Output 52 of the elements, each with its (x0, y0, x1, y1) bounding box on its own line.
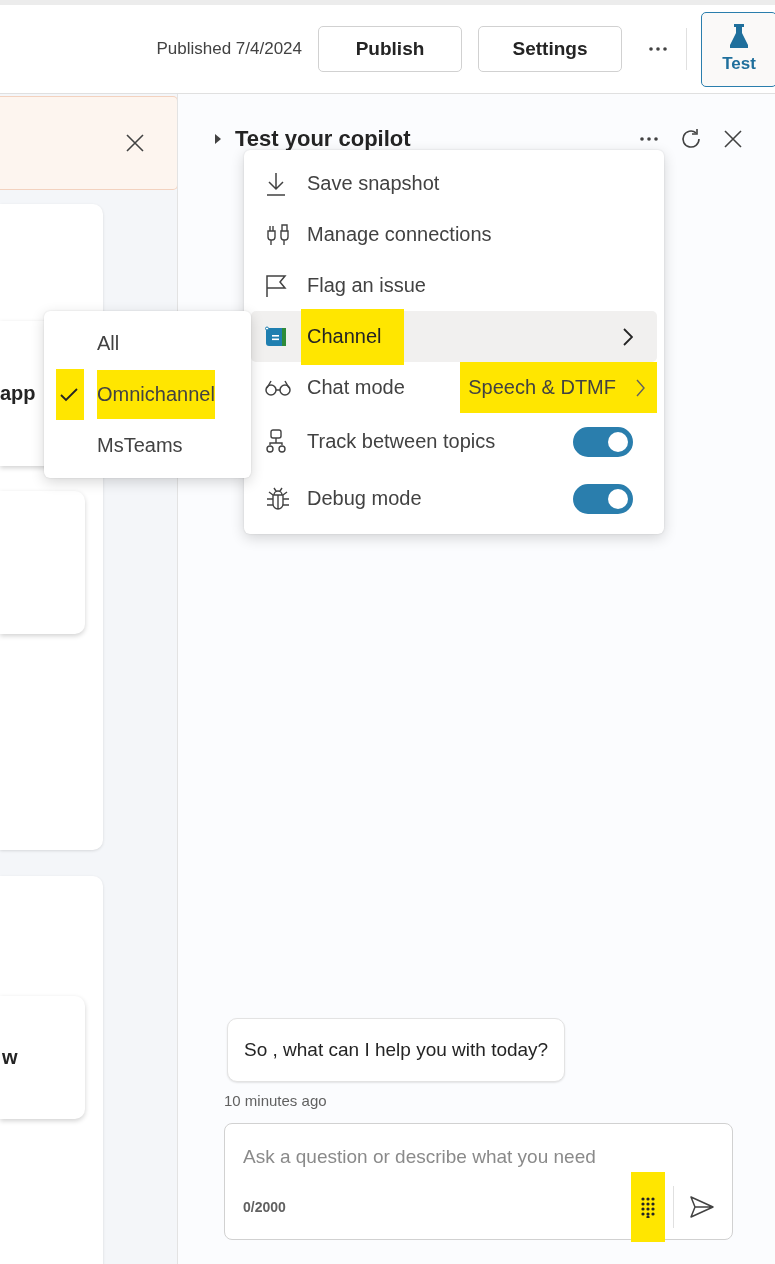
chevron-right-icon (623, 327, 633, 346)
close-icon[interactable] (125, 133, 145, 153)
menu-item-label: Save snapshot (307, 172, 440, 195)
expand-icon[interactable] (215, 134, 221, 144)
card-title: w (2, 1046, 18, 1069)
menu-item[interactable]: Chat mode Speech & DTMF (251, 362, 657, 413)
toggle-switch[interactable] (573, 426, 633, 457)
test-button[interactable]: Test (701, 11, 775, 87)
published-date: Published 7/4/2024 (156, 39, 302, 59)
more-icon[interactable] (648, 46, 668, 52)
checkmark-icon (60, 387, 78, 402)
menu-item-label: Flag an issue (307, 274, 426, 297)
more-icon[interactable] (639, 136, 659, 142)
refresh-icon[interactable] (679, 127, 703, 151)
menu-item[interactable]: Manage connections (251, 209, 657, 260)
submenu-option[interactable]: MsTeams (44, 420, 251, 471)
menu-item-label: Track between topics (307, 430, 496, 453)
send-icon[interactable] (690, 1196, 714, 1218)
submenu-option[interactable]: All (44, 318, 251, 369)
menu-item-label: Channel (301, 309, 404, 365)
message-timestamp: 10 minutes ago (224, 1092, 328, 1109)
plug-icon (265, 223, 291, 246)
flask-icon (729, 24, 749, 48)
option-label: All (97, 332, 120, 355)
settings-button[interactable]: Settings (478, 26, 622, 72)
menu-item[interactable]: Save snapshot (251, 158, 657, 209)
message-input[interactable]: Ask a question or describe what you need (243, 1146, 663, 1168)
flag-icon (265, 273, 287, 298)
close-icon[interactable] (723, 129, 743, 149)
channel-icon (265, 325, 287, 348)
option-label: MsTeams (97, 434, 183, 457)
download-icon (265, 171, 287, 196)
menu-item[interactable]: Flag an issue (251, 260, 657, 311)
character-counter: 0/2000 (243, 1199, 287, 1215)
card-title: app (0, 382, 36, 405)
glasses-icon (265, 378, 291, 397)
submenu-option[interactable]: Omnichannel (44, 369, 251, 420)
option-label: Omnichannel (97, 370, 215, 419)
menu-item-label: Manage connections (307, 223, 492, 246)
menu-item-label: Chat mode (307, 376, 405, 399)
publish-button[interactable]: Publish (318, 26, 462, 72)
topic-tree-icon (265, 428, 287, 455)
menu-item[interactable]: Debug mode (251, 470, 657, 527)
toggle-switch[interactable] (573, 483, 633, 514)
chevron-right-icon (636, 378, 645, 397)
panel-title: Test your copilot (235, 126, 412, 152)
menu-item-label: Debug mode (307, 487, 422, 510)
menu-item[interactable]: Channel (251, 311, 657, 362)
chat-mode-value: Speech & DTMF (468, 376, 616, 399)
dialpad-icon[interactable] (640, 1196, 656, 1218)
menu-item[interactable]: Track between topics (251, 413, 657, 470)
bot-message: So , what can I help you with today? (227, 1018, 566, 1082)
